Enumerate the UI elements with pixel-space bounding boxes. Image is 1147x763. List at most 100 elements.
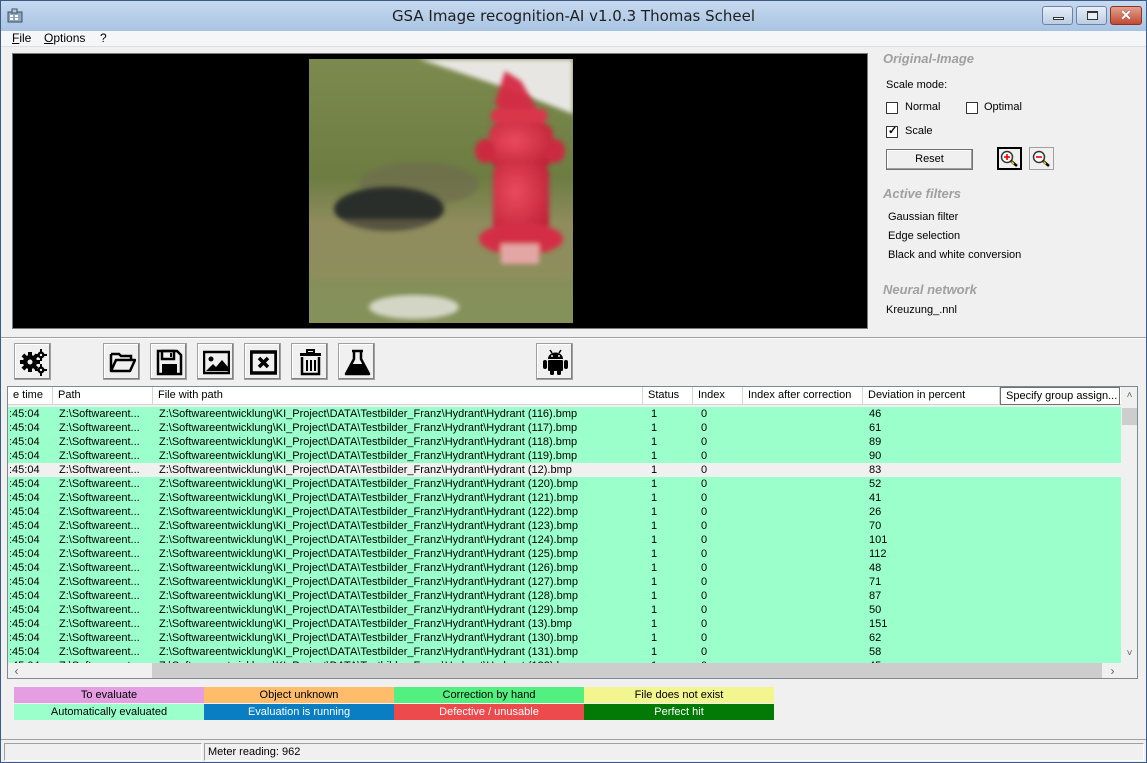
legend-item: Perfect hit [584,704,774,720]
scrollbar-thumb[interactable] [1122,408,1137,425]
open-button[interactable] [103,343,140,380]
cell-status: 1 [651,646,658,658]
android-button[interactable] [536,343,573,380]
normal-checkbox-box[interactable] [886,102,898,114]
cell-index: 0 [701,436,708,448]
cell-time: :45:04 [9,492,40,504]
table-row[interactable]: :45:04 Z:\Softwareent... Z:\Softwareentwic… [8,449,1121,463]
table-row[interactable]: :45:04 Z:\Softwareent... Z:\Softwareentwic… [8,407,1121,421]
title-bar[interactable]: GSA Image recognition-AI v1.0.3 Thomas S… [1,1,1146,31]
maximize-button[interactable] [1076,6,1107,25]
cell-status: 1 [651,478,658,490]
cell-deviation: 61 [869,422,882,434]
vertical-scrollbar[interactable]: ˄ ˅ [1121,387,1137,663]
trash-icon [300,349,321,376]
status-bar: Meter reading: 962 [1,739,1146,762]
table-row[interactable]: :45:04 Z:\Softwareent... Z:\Softwareentwic… [8,547,1121,561]
cell-deviation: 71 [869,576,882,588]
normal-checkbox-label: Normal [905,101,941,113]
column-header-group[interactable]: Specify group assign... [1000,387,1120,405]
menu-file[interactable]: File [12,31,31,45]
image-button[interactable] [197,343,234,380]
cell-deviation: 50 [869,604,882,616]
table-row[interactable]: :45:04 Z:\Softwareent... Z:\Softwareentwic… [8,575,1121,589]
chevron-right-icon[interactable]: › [1104,663,1121,678]
scale-checkbox-label: Scale [905,125,933,137]
table-row[interactable]: :45:04 Z:\Softwareent... Z:\Softwareentwic… [8,603,1121,617]
column-header-status[interactable]: Status [643,387,693,405]
divider [1,337,1146,339]
cell-status: 1 [651,534,658,546]
chevron-up-icon[interactable]: ˄ [1121,387,1137,404]
column-header-time[interactable]: e time [8,387,53,405]
scrollbar-thumb[interactable] [152,663,1102,678]
table-row[interactable]: :45:04 Z:\Softwareent... Z:\Softwareentwic… [8,505,1121,519]
optimal-checkbox-box[interactable] [966,102,978,114]
table-row[interactable]: :45:04 Z:\Softwareent... Z:\Softwareentwic… [8,561,1121,575]
reset-button[interactable]: Reset [886,149,973,170]
delete-button[interactable] [291,343,328,380]
cell-status: 1 [651,576,658,588]
cell-status: 1 [651,520,658,532]
chevron-down-icon[interactable]: ˅ [1121,645,1137,662]
cell-time: :45:04 [9,422,40,434]
cell-deviation: 70 [869,520,882,532]
test-button[interactable] [338,343,375,380]
cell-deviation: 101 [869,534,888,546]
zoom-out-button[interactable] [1029,147,1054,170]
cell-deviation: 87 [869,590,882,602]
table-row[interactable]: :45:04 Z:\Softwareent... Z:\Softwareentwic… [8,645,1121,659]
table-row[interactable]: :45:04 Z:\Softwareent... Z:\Softwareentwic… [8,421,1121,435]
column-header-file[interactable]: File with path [153,387,643,405]
table-row[interactable]: :45:04 Z:\Softwareent... Z:\Softwareentwic… [8,477,1121,491]
horizontal-scrollbar[interactable]: ‹ › [8,663,1121,678]
table-row[interactable]: :45:04 Z:\Softwareent... Z:\Softwareentwic… [8,463,1121,477]
zoom-out-icon [1032,150,1050,167]
cell-time: :45:04 [9,450,40,462]
cell-file: Z:\Softwareentwicklung\KI_Project\DATA\T… [159,604,578,616]
table-row[interactable]: :45:04 Z:\Softwareent... Z:\Softwareentwic… [8,617,1121,631]
menu-help[interactable]: ? [100,31,107,45]
cell-time: :45:04 [9,618,40,630]
table-row[interactable]: :45:04 Z:\Softwareent... Z:\Softwareentwic… [8,519,1121,533]
column-header-path[interactable]: Path [53,387,153,405]
cell-path: Z:\Softwareent... [59,576,140,588]
cell-file: Z:\Softwareentwicklung\KI_Project\DATA\T… [159,548,578,560]
settings-button[interactable] [14,343,51,380]
zoom-in-icon [1000,150,1018,167]
cell-status: 1 [651,618,658,630]
minimize-button[interactable] [1042,6,1073,25]
legend-item: Object unknown [204,687,394,703]
cell-deviation: 52 [869,478,882,490]
save-button[interactable] [150,343,187,380]
menu-bar: File Options ? [1,31,1146,47]
table-row[interactable]: :45:04 Z:\Softwareent... Z:\Softwareentwic… [8,631,1121,645]
remove-button[interactable] [244,343,281,380]
maximize-icon [1087,11,1098,20]
cell-file: Z:\Softwareentwicklung\KI_Project\DATA\T… [159,520,578,532]
zoom-in-button[interactable] [997,147,1022,170]
status-pane-1 [4,743,202,761]
cell-path: Z:\Softwareent... [59,464,140,476]
scale-checkbox-box[interactable] [886,124,898,138]
window-title: GSA Image recognition-AI v1.0.3 Thomas S… [391,7,756,25]
column-header-index-after-correction[interactable]: Index after correction [743,387,863,405]
cell-status: 1 [651,506,658,518]
neural-network-heading: Neural network [883,282,977,297]
cell-index: 0 [701,618,708,630]
filter-item: Gaussian filter [888,211,959,223]
table-row[interactable]: :45:04 Z:\Softwareent... Z:\Softwareentwic… [8,533,1121,547]
table-row[interactable]: :45:04 Z:\Softwareent... Z:\Softwareentwic… [8,435,1121,449]
cell-status: 1 [651,590,658,602]
column-header-index[interactable]: Index [693,387,743,405]
close-button[interactable]: ✕ [1110,6,1142,25]
table-row[interactable]: :45:04 Z:\Softwareent... Z:\Softwareentwic… [8,589,1121,603]
image-view[interactable] [12,53,868,329]
column-header-deviation[interactable]: Deviation in percent [863,387,1000,405]
chevron-left-icon[interactable]: ‹ [8,663,25,678]
cell-time: :45:04 [9,534,40,546]
menu-options[interactable]: Options [44,31,85,45]
table-row[interactable]: :45:04 Z:\Softwareent... Z:\Softwareentwic… [8,491,1121,505]
cell-path: Z:\Softwareent... [59,632,140,644]
results-table[interactable]: e time Path File with path Status Index … [7,386,1138,679]
